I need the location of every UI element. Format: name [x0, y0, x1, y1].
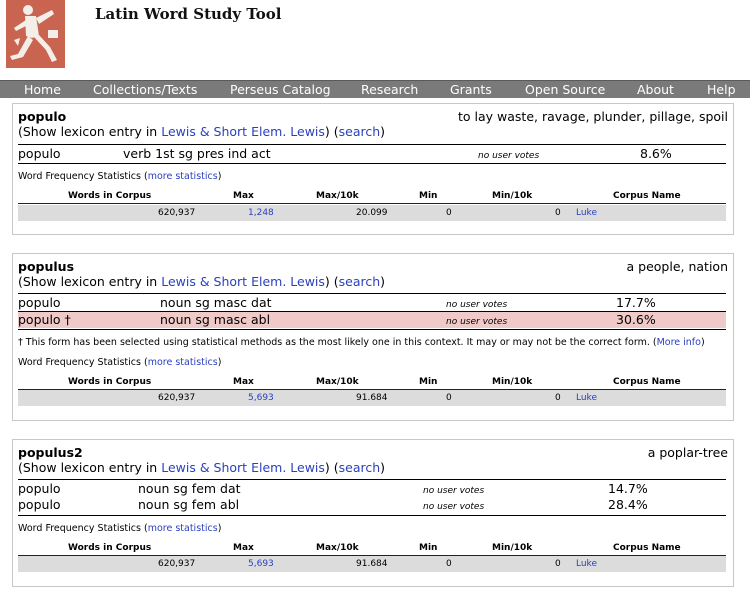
divider [18, 329, 726, 330]
freq-label: Word Frequency Statistics (more statisti… [18, 357, 222, 368]
freq-header: Words in Corpus Max Max/10k Min Min/10k … [18, 543, 726, 556]
more-statistics-link[interactable]: more statistics [148, 523, 218, 534]
perseus-logo[interactable] [6, 0, 65, 68]
nav-research[interactable]: Research [361, 81, 418, 98]
form: populo [18, 146, 61, 161]
divider [18, 163, 726, 164]
parse: noun sg fem abl [138, 497, 240, 512]
freq-header: Words in Corpus Max Max/10k Min Min/10k … [18, 191, 726, 204]
entry-box-populo: populo to lay waste, ravage, plunder, pi… [12, 103, 734, 235]
percentage: 30.6% [616, 312, 656, 327]
search-link[interactable]: search [339, 274, 381, 289]
analysis-row: populo noun sg fem dat no user votes 14.… [18, 481, 726, 497]
nav-help[interactable]: Help [707, 81, 736, 98]
navbar: Home Collections/Texts Perseus Catalog R… [0, 80, 750, 98]
user-votes: no user votes [478, 151, 540, 161]
site-title: Latin Word Study Tool [95, 5, 282, 23]
elem-lewis-link[interactable]: Elem. Lewis [251, 460, 325, 475]
corpus-link[interactable]: Luke [576, 556, 597, 572]
percentage: 28.4% [608, 497, 648, 512]
parse: noun sg masc abl [160, 312, 271, 327]
divider [18, 293, 726, 294]
search-link[interactable]: search [339, 460, 381, 475]
percentage: 8.6% [640, 146, 672, 161]
max-link[interactable]: 1,248 [248, 205, 274, 221]
analysis-row: populo noun sg fem abl no user votes 28.… [18, 497, 726, 513]
header: Latin Word Study Tool [0, 0, 750, 80]
search-link[interactable]: search [339, 124, 381, 139]
parse: verb 1st sg pres ind act [123, 146, 271, 161]
analysis-row: populo noun sg masc dat no user votes 17… [18, 295, 726, 311]
lemma: populus [18, 259, 75, 274]
definition: a people, nation [626, 259, 728, 274]
user-votes: no user votes [423, 502, 485, 512]
lexicon-line: (Show lexicon entry in Lewis & Short Ele… [18, 124, 386, 139]
form: populo † [18, 312, 71, 327]
nav-open-source[interactable]: Open Source [525, 81, 605, 98]
form: populo [18, 497, 61, 512]
elem-lewis-link[interactable]: Elem. Lewis [251, 124, 325, 139]
form: populo [18, 481, 61, 496]
lewis-short-link[interactable]: Lewis & Short [161, 274, 247, 289]
nav-about[interactable]: About [637, 81, 674, 98]
freq-label: Word Frequency Statistics (more statisti… [18, 523, 222, 534]
definition: to lay waste, ravage, plunder, pillage, … [458, 109, 728, 124]
lewis-short-link[interactable]: Lewis & Short [161, 124, 247, 139]
more-info-link[interactable]: More info [657, 337, 701, 348]
percentage: 14.7% [608, 481, 648, 496]
analysis-row: populo verb 1st sg pres ind act no user … [18, 146, 726, 162]
lemma: populus2 [18, 445, 83, 460]
divider [18, 515, 726, 516]
lexicon-line: (Show lexicon entry in Lewis & Short Ele… [18, 274, 386, 289]
lewis-short-link[interactable]: Lewis & Short [161, 460, 247, 475]
entry-box-populus: populus a people, nation (Show lexicon e… [12, 253, 734, 421]
more-statistics-link[interactable]: more statistics [148, 357, 218, 368]
max-link[interactable]: 5,693 [248, 390, 274, 406]
freq-label: Word Frequency Statistics (more statisti… [18, 171, 222, 182]
max-link[interactable]: 5,693 [248, 556, 274, 572]
freq-data-row: 620,937 5,693 91.684 0 0 Luke [18, 390, 726, 406]
nav-perseus-catalog[interactable]: Perseus Catalog [230, 81, 331, 98]
corpus-link[interactable]: Luke [576, 205, 597, 221]
parse: noun sg fem dat [138, 481, 241, 496]
divider [18, 479, 726, 480]
nav-collections-texts[interactable]: Collections/Texts [93, 81, 197, 98]
nav-grants[interactable]: Grants [450, 81, 492, 98]
corpus-link[interactable]: Luke [576, 390, 597, 406]
entry-box-populus2: populus2 a poplar-tree (Show lexicon ent… [12, 439, 734, 587]
user-votes: no user votes [446, 317, 508, 327]
form: populo [18, 295, 61, 310]
parse: noun sg masc dat [160, 295, 272, 310]
freq-data-row: 620,937 1,248 20.099 0 0 Luke [18, 205, 726, 221]
nav-home[interactable]: Home [24, 81, 61, 98]
more-statistics-link[interactable]: more statistics [148, 171, 218, 182]
divider [18, 144, 726, 145]
lexicon-line: (Show lexicon entry in Lewis & Short Ele… [18, 460, 386, 475]
elem-lewis-link[interactable]: Elem. Lewis [251, 274, 325, 289]
definition: a poplar-tree [647, 445, 728, 460]
freq-data-row: 620,937 5,693 91.684 0 0 Luke [18, 556, 726, 572]
analysis-row-selected: populo † noun sg masc abl no user votes … [18, 312, 726, 328]
percentage: 17.7% [616, 295, 656, 310]
selection-note: † This form has been selected using stat… [18, 337, 705, 348]
lemma: populo [18, 109, 67, 124]
freq-header: Words in Corpus Max Max/10k Min Min/10k … [18, 377, 726, 390]
